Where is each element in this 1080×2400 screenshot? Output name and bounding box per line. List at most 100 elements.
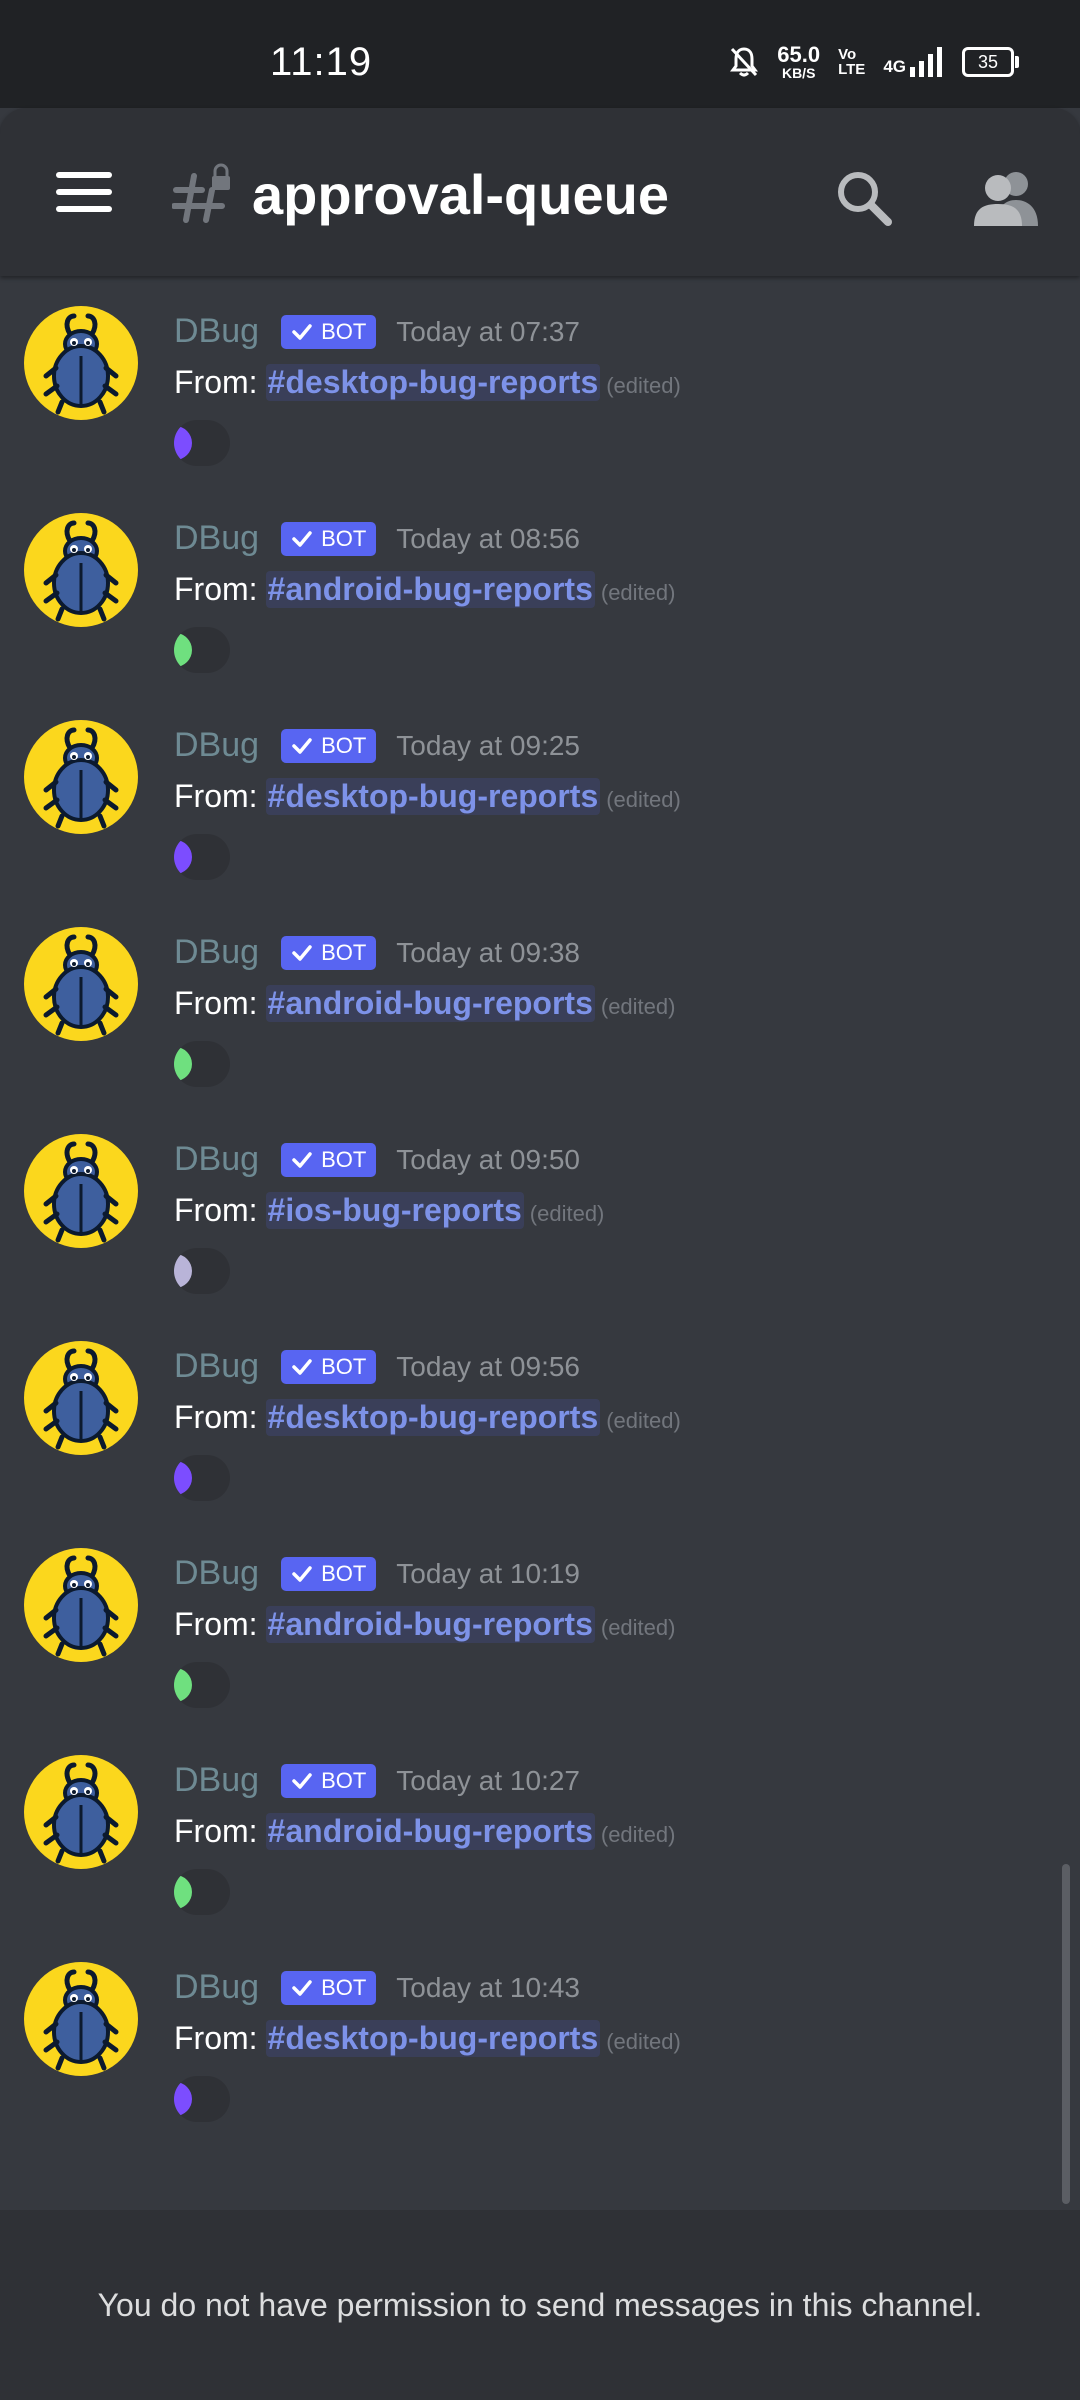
bot-badge: BOT [281,314,377,349]
scrollbar-thumb[interactable] [1062,1864,1070,2204]
bot-badge: BOT [281,1142,377,1177]
message-meta: DBug BOT Today at 09:38 [174,933,580,972]
message-item[interactable]: DBug BOT Today at 10:19 From: #android-b… [0,1518,1080,1725]
username[interactable]: DBug [174,1761,259,1800]
avatar[interactable] [24,1962,138,2076]
reaction-pill[interactable] [174,834,230,880]
message-content: From: #android-bug-reports (edited) [174,1606,675,1643]
message-item[interactable]: DBug BOT Today at 09:25 From: #desktop-b… [0,690,1080,897]
avatar[interactable] [24,1755,138,1869]
message-content: From: #android-bug-reports (edited) [174,1813,675,1850]
bot-badge: BOT [281,935,377,970]
timestamp: Today at 09:50 [396,1143,580,1175]
timestamp: Today at 10:27 [396,1764,580,1796]
timestamp: Today at 09:38 [396,936,580,968]
avatar[interactable] [24,1341,138,1455]
network-type: 4G [883,47,944,77]
username[interactable]: DBug [174,1347,259,1386]
message-content: From: #android-bug-reports (edited) [174,985,675,1022]
channel-title: approval-queue [252,163,669,226]
edited-label: (edited) [600,1822,676,1847]
message-item[interactable]: DBug BOT Today at 09:56 From: #desktop-b… [0,1311,1080,1518]
message-item[interactable]: DBug BOT Today at 09:38 From: #android-b… [0,897,1080,1104]
username[interactable]: DBug [174,1968,259,2007]
bot-badge: BOT [281,1349,377,1384]
reaction-pill[interactable] [174,2076,230,2122]
reaction-emoji-icon [174,2082,192,2116]
bot-badge-label: BOT [321,525,367,551]
checkmark-icon [292,1358,312,1375]
channel-mention-link[interactable]: #android-bug-reports [265,985,595,1022]
edited-label: (edited) [606,787,681,812]
message-meta: DBug BOT Today at 09:50 [174,1140,580,1179]
reaction-pill[interactable] [174,627,230,673]
reaction-pill[interactable] [174,1662,230,1708]
message-list[interactable]: DBug BOT Today at 07:37 From: #desktop-b… [0,276,1080,2210]
status-bar: 11:19 65.0 KB/S Vo LTE 4G 35 [0,0,1080,108]
avatar[interactable] [24,1134,138,1248]
avatar[interactable] [24,306,138,420]
reaction-emoji-icon [174,1047,192,1081]
message-item[interactable]: DBug BOT Today at 08:56 From: #android-b… [0,483,1080,690]
username[interactable]: DBug [174,312,259,351]
channel-mention-link[interactable]: #desktop-bug-reports [265,1399,601,1436]
checkmark-icon [292,1565,312,1582]
reaction-emoji-icon [174,1875,192,1909]
search-icon[interactable] [834,168,894,228]
username[interactable]: DBug [174,519,259,558]
message-item[interactable]: DBug BOT Today at 10:27 From: #android-b… [0,1725,1080,1932]
dbug-beetle-icon [43,520,119,622]
channel-mention-link[interactable]: #android-bug-reports [265,571,595,608]
from-label: From: [174,985,258,1021]
avatar[interactable] [24,720,138,834]
channel-mention-link[interactable]: #desktop-bug-reports [265,2020,601,2057]
username[interactable]: DBug [174,933,259,972]
channel-mention-link[interactable]: #android-bug-reports [265,1813,595,1850]
username[interactable]: DBug [174,1140,259,1179]
avatar[interactable] [24,1548,138,1662]
checkmark-icon [292,1151,312,1168]
bot-badge: BOT [281,521,377,556]
dbug-beetle-icon [43,313,119,415]
message-item[interactable]: DBug BOT Today at 10:43 From: #desktop-b… [0,1932,1080,2139]
checkmark-icon [292,1772,312,1789]
network-speed: 65.0 KB/S [777,44,820,81]
volte-top: Vo [838,46,857,63]
reaction-pill[interactable] [174,1455,230,1501]
reaction-emoji-icon [174,633,192,667]
channel-mention-link[interactable]: #ios-bug-reports [265,1192,524,1229]
reaction-pill[interactable] [174,1041,230,1087]
from-label: From: [174,364,258,400]
message-item[interactable]: DBug BOT Today at 09:50 From: #ios-bug-r… [0,1104,1080,1311]
username[interactable]: DBug [174,726,259,765]
hamburger-menu-icon[interactable] [56,172,112,212]
bot-badge: BOT [281,1556,377,1591]
bot-badge-label: BOT [321,1353,367,1379]
timestamp: Today at 09:25 [396,729,580,761]
message-item[interactable]: DBug BOT Today at 07:37 From: #desktop-b… [0,276,1080,483]
message-content: From: #desktop-bug-reports (edited) [174,778,681,815]
avatar[interactable] [24,927,138,1041]
battery-icon: 35 [962,47,1019,77]
dbug-beetle-icon [43,727,119,829]
channel-mention-link[interactable]: #android-bug-reports [265,1606,595,1643]
avatar[interactable] [24,513,138,627]
message-content: From: #desktop-bug-reports (edited) [174,1399,681,1436]
edited-label: (edited) [600,994,676,1019]
reaction-pill[interactable] [174,1248,230,1294]
from-label: From: [174,1813,258,1849]
bot-badge-label: BOT [321,939,367,965]
channel-mention-link[interactable]: #desktop-bug-reports [265,778,601,815]
timestamp: Today at 10:19 [396,1557,580,1589]
reaction-emoji-icon [174,426,192,460]
reaction-pill[interactable] [174,420,230,466]
from-label: From: [174,1399,258,1435]
network-speed-unit: KB/S [781,65,816,81]
channel-mention-link[interactable]: #desktop-bug-reports [265,364,601,401]
message-content: From: #desktop-bug-reports (edited) [174,364,681,401]
bot-badge-label: BOT [321,1974,367,2000]
message-meta: DBug BOT Today at 10:19 [174,1554,580,1593]
members-icon[interactable] [974,168,1040,228]
reaction-pill[interactable] [174,1869,230,1915]
username[interactable]: DBug [174,1554,259,1593]
